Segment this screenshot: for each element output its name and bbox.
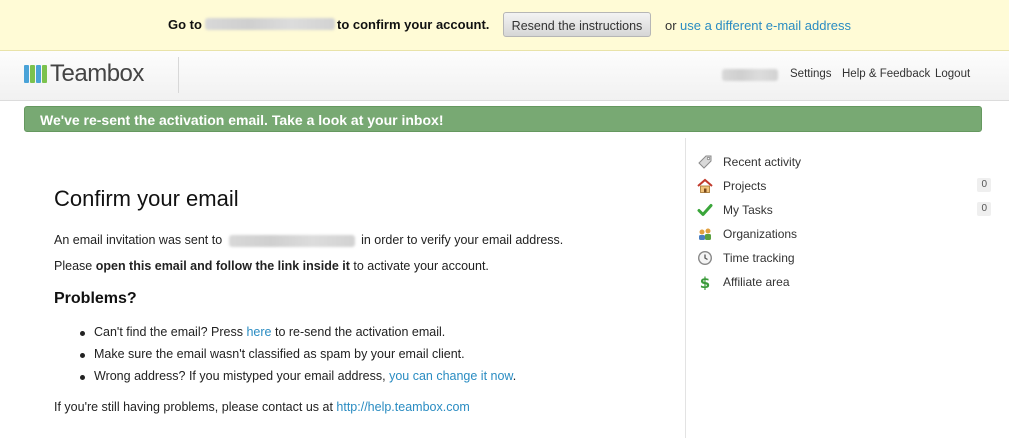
instructions-suffix: to activate your account.	[353, 259, 489, 273]
sidebar-item-label: My Tasks	[723, 203, 773, 217]
sidebar-item-time-tracking[interactable]: Time tracking	[697, 246, 992, 270]
list-item: Make sure the email wasn't classified as…	[78, 347, 516, 369]
house-icon	[697, 178, 713, 194]
sidebar-item-my-tasks[interactable]: My Tasks 0	[697, 198, 992, 222]
problems-heading: Problems?	[54, 290, 137, 307]
problem-3-prefix: Wrong address? If you mistyped your emai…	[94, 369, 386, 383]
dollar-icon: $	[697, 274, 713, 290]
nav-help-feedback-link[interactable]: Help & Feedback	[842, 68, 930, 80]
problems-list: Can't find the email? Press here to re-s…	[78, 325, 516, 391]
different-email-link[interactable]: use a different e-mail address	[680, 18, 851, 33]
or-text: or	[665, 18, 677, 33]
problem-3-suffix: .	[512, 369, 517, 383]
sidebar-item-label: Projects	[723, 179, 767, 193]
organizations-icon	[697, 226, 713, 242]
sidebar-item-affiliate-area[interactable]: $ Affiliate area	[697, 270, 992, 294]
sidebar-item-label: Affiliate area	[723, 275, 790, 289]
confirm-account-text: to confirm your account.	[337, 17, 490, 32]
tasks-count-badge: 0	[977, 202, 991, 216]
checkmark-icon	[697, 202, 713, 218]
teambox-logo[interactable]: Teambox	[24, 59, 144, 89]
confirm-account-bar: Go to to confirm your account. Resend th…	[0, 0, 1009, 51]
page-title: Confirm your email	[54, 186, 239, 211]
problem-1-prefix: Can't find the email? Press	[94, 325, 243, 339]
sidebar-item-recent-activity[interactable]: Recent activity	[697, 150, 992, 174]
invitation-paragraph: An email invitation was sent to in order…	[54, 233, 563, 247]
redacted-username[interactable]	[722, 69, 778, 81]
sidebar-item-label: Recent activity	[723, 155, 802, 169]
flash-message: We've re-sent the activation email. Take…	[24, 106, 982, 132]
instructions-prefix: Please	[54, 259, 93, 273]
sidebar-item-label: Organizations	[723, 227, 798, 241]
instructions-paragraph: Please open this email and follow the li…	[54, 259, 489, 273]
nav-logout-link[interactable]: Logout	[935, 68, 970, 80]
nav-settings-link[interactable]: Settings	[790, 68, 832, 80]
tag-icon	[697, 154, 713, 170]
invitation-prefix: An email invitation was sent to	[54, 233, 223, 247]
sidebar-item-label: Time tracking	[723, 251, 795, 265]
problem-2-text: Make sure the email wasn't classified as…	[94, 347, 465, 361]
goto-text: Go to	[168, 17, 202, 32]
change-email-link[interactable]: you can change it now	[389, 369, 513, 383]
sidebar-divider	[685, 138, 686, 438]
teambox-logo-icon	[24, 65, 47, 83]
list-item: Wrong address? If you mistyped your emai…	[78, 369, 516, 391]
clock-icon	[697, 250, 713, 266]
redacted-email	[228, 234, 355, 247]
logo-text: Teambox	[50, 60, 144, 87]
help-site-link[interactable]: http://help.teambox.com	[336, 400, 469, 414]
list-item: Can't find the email? Press here to re-s…	[78, 325, 516, 347]
problem-1-suffix: to re-send the activation email.	[275, 325, 446, 339]
projects-count-badge: 0	[977, 178, 991, 192]
sidebar-item-organizations[interactable]: Organizations	[697, 222, 992, 246]
svg-text:$: $	[700, 274, 710, 290]
sidebar-item-projects[interactable]: Projects 0	[697, 174, 992, 198]
contact-prefix: If you're still having problems, please …	[54, 400, 333, 414]
resend-here-link[interactable]: here	[246, 325, 271, 339]
resend-instructions-button[interactable]: Resend the instructions	[503, 12, 651, 37]
sidebar: Recent activity Projects 0 My Tasks 0 Or…	[697, 150, 992, 294]
header-divider	[178, 57, 179, 93]
instructions-bold: open this email and follow the link insi…	[95, 259, 350, 273]
redacted-email	[205, 18, 335, 30]
invitation-suffix: in order to verify your email address.	[361, 233, 564, 247]
contact-paragraph: If you're still having problems, please …	[54, 400, 470, 414]
